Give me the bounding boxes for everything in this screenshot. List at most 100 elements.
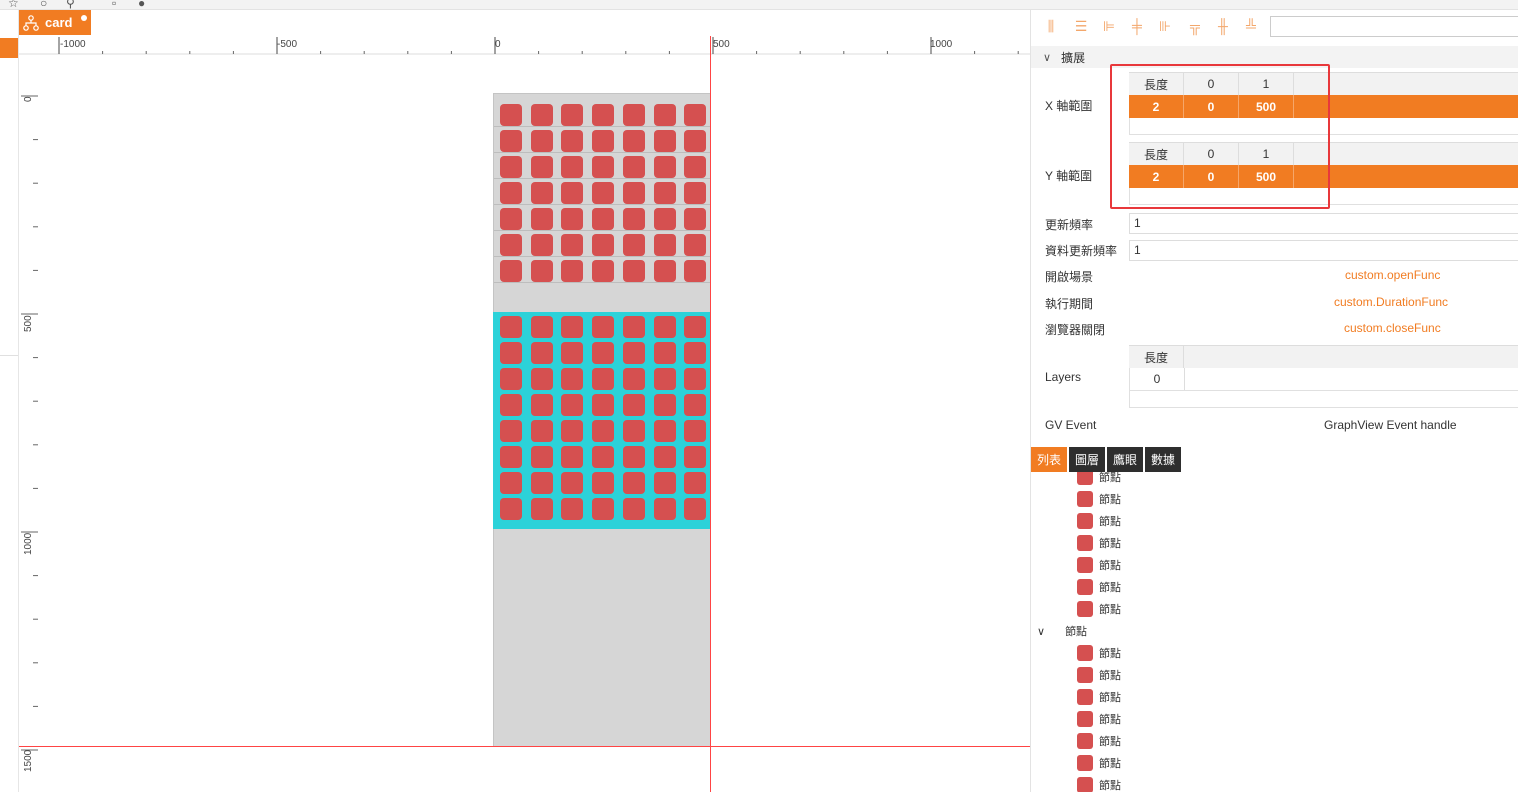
grid-node[interactable] (530, 260, 553, 282)
grid-node[interactable] (592, 156, 615, 178)
duration-func[interactable]: custom.DurationFunc (1334, 295, 1448, 309)
grid-node[interactable] (561, 368, 584, 390)
grid-node[interactable] (561, 156, 584, 178)
grid-node[interactable] (561, 130, 584, 152)
vertical-guide-line[interactable] (710, 36, 711, 792)
grid-node[interactable] (622, 234, 645, 256)
grid-node[interactable] (530, 446, 553, 468)
grid-node[interactable] (653, 104, 676, 126)
grid-node[interactable] (653, 182, 676, 204)
tree-node-item[interactable]: 節點 (1077, 708, 1121, 730)
align-left-edge-icon[interactable]: ⫼ (1043, 18, 1059, 34)
grid-node[interactable] (530, 342, 553, 364)
grid-node[interactable] (500, 446, 522, 468)
grid-node[interactable] (684, 368, 707, 390)
data-update-rate-input[interactable]: 1 (1129, 240, 1518, 261)
grid-node[interactable] (684, 394, 707, 416)
grid-node[interactable] (653, 260, 676, 282)
tree-node-item[interactable]: 節點 (1077, 642, 1121, 664)
grid-node[interactable] (500, 104, 522, 126)
grid-node[interactable] (653, 208, 676, 230)
grid-node[interactable] (684, 182, 707, 204)
tab-list[interactable]: 列表 (1031, 447, 1068, 472)
grid-node[interactable] (592, 234, 615, 256)
grid-node[interactable] (622, 260, 645, 282)
grid-node[interactable] (622, 156, 645, 178)
tree-node-item[interactable]: 節點 (1077, 472, 1121, 488)
table-value-cell[interactable]: 0 (1130, 368, 1185, 390)
grid-node[interactable] (622, 472, 645, 494)
grid-node[interactable] (653, 446, 676, 468)
grid-node[interactable] (500, 208, 522, 230)
grid-node[interactable] (500, 182, 522, 204)
grid-node[interactable] (500, 420, 522, 442)
grid-node[interactable] (653, 498, 676, 520)
grid-node[interactable] (622, 446, 645, 468)
tree-node-item[interactable]: 節點 (1077, 576, 1121, 598)
grid-node[interactable] (653, 394, 676, 416)
grid-node[interactable] (530, 394, 553, 416)
grid-node[interactable] (653, 420, 676, 442)
canvas-tab-card[interactable]: card (19, 10, 91, 35)
grid-node[interactable] (500, 130, 522, 152)
layers-value-row[interactable]: 0 (1129, 368, 1518, 391)
tab-layers[interactable]: 圖層 (1069, 447, 1106, 472)
grid-node[interactable] (561, 342, 584, 364)
tree-node-item[interactable]: 節點 (1077, 752, 1121, 774)
grid-node[interactable] (622, 342, 645, 364)
tree-node-item[interactable]: 節點 (1077, 532, 1121, 554)
grid-node[interactable] (684, 342, 707, 364)
grid-node[interactable] (684, 498, 707, 520)
chevron-down-icon[interactable]: ∨ (1037, 625, 1045, 638)
update-rate-input[interactable]: 1 (1129, 213, 1518, 234)
grid-node[interactable] (622, 420, 645, 442)
grid-node[interactable] (622, 498, 645, 520)
tree-node-item[interactable]: 節點 (1077, 598, 1121, 620)
distribute-v-icon[interactable]: ╫ (1215, 18, 1231, 34)
person-icon[interactable]: ⚲ (66, 0, 75, 10)
grid-node[interactable] (530, 472, 553, 494)
grid-node[interactable] (684, 156, 707, 178)
tree-node-item[interactable]: 節點 (1077, 510, 1121, 532)
grid-node[interactable] (653, 234, 676, 256)
circle-icon[interactable]: ○ (40, 0, 47, 10)
grid-node[interactable] (622, 394, 645, 416)
grid-node[interactable] (653, 316, 676, 338)
tree-node-item[interactable]: 節點 (1077, 554, 1121, 576)
tree-node-item[interactable]: 節點 (1077, 488, 1121, 510)
toolbar-search-input[interactable] (1270, 16, 1518, 37)
star-icon[interactable]: ☆ (8, 0, 19, 10)
grid-node[interactable] (684, 234, 707, 256)
grid-node[interactable] (500, 498, 522, 520)
circle-filled-icon[interactable]: ● (138, 0, 145, 10)
gv-event-value[interactable]: GraphView Event handle (1324, 418, 1457, 432)
grid-node[interactable] (622, 130, 645, 152)
tree-node-item[interactable]: 節點 (1077, 686, 1121, 708)
grid-node[interactable] (592, 368, 615, 390)
align-center-h-icon[interactable]: ☰ (1073, 18, 1089, 34)
grid-node[interactable] (622, 208, 645, 230)
align-bottom-icon[interactable]: ╩ (1243, 18, 1259, 34)
grid-node[interactable] (653, 342, 676, 364)
tree-node-item[interactable]: 節點 (1077, 730, 1121, 752)
grid-node[interactable] (622, 104, 645, 126)
grid-node[interactable] (592, 104, 615, 126)
grid-node[interactable] (592, 342, 615, 364)
tab-data[interactable]: 數據 (1145, 447, 1182, 472)
grid-node[interactable] (530, 498, 553, 520)
grid-node[interactable] (561, 182, 584, 204)
grid-node[interactable] (500, 234, 522, 256)
browser-close-func[interactable]: custom.closeFunc (1344, 321, 1441, 335)
grid-node[interactable] (684, 104, 707, 126)
grid-node[interactable] (500, 368, 522, 390)
align-left-icon[interactable]: ⊫ (1101, 18, 1117, 34)
horizontal-guide-line[interactable] (19, 746, 1030, 747)
grid-node[interactable] (653, 368, 676, 390)
grid-node[interactable] (653, 130, 676, 152)
grid-node[interactable] (530, 316, 553, 338)
align-top-icon[interactable]: ╦ (1187, 18, 1203, 34)
grid-node[interactable] (530, 182, 553, 204)
square-icon[interactable]: ▫ (112, 0, 116, 10)
grid-node[interactable] (653, 472, 676, 494)
grid-node[interactable] (561, 316, 584, 338)
